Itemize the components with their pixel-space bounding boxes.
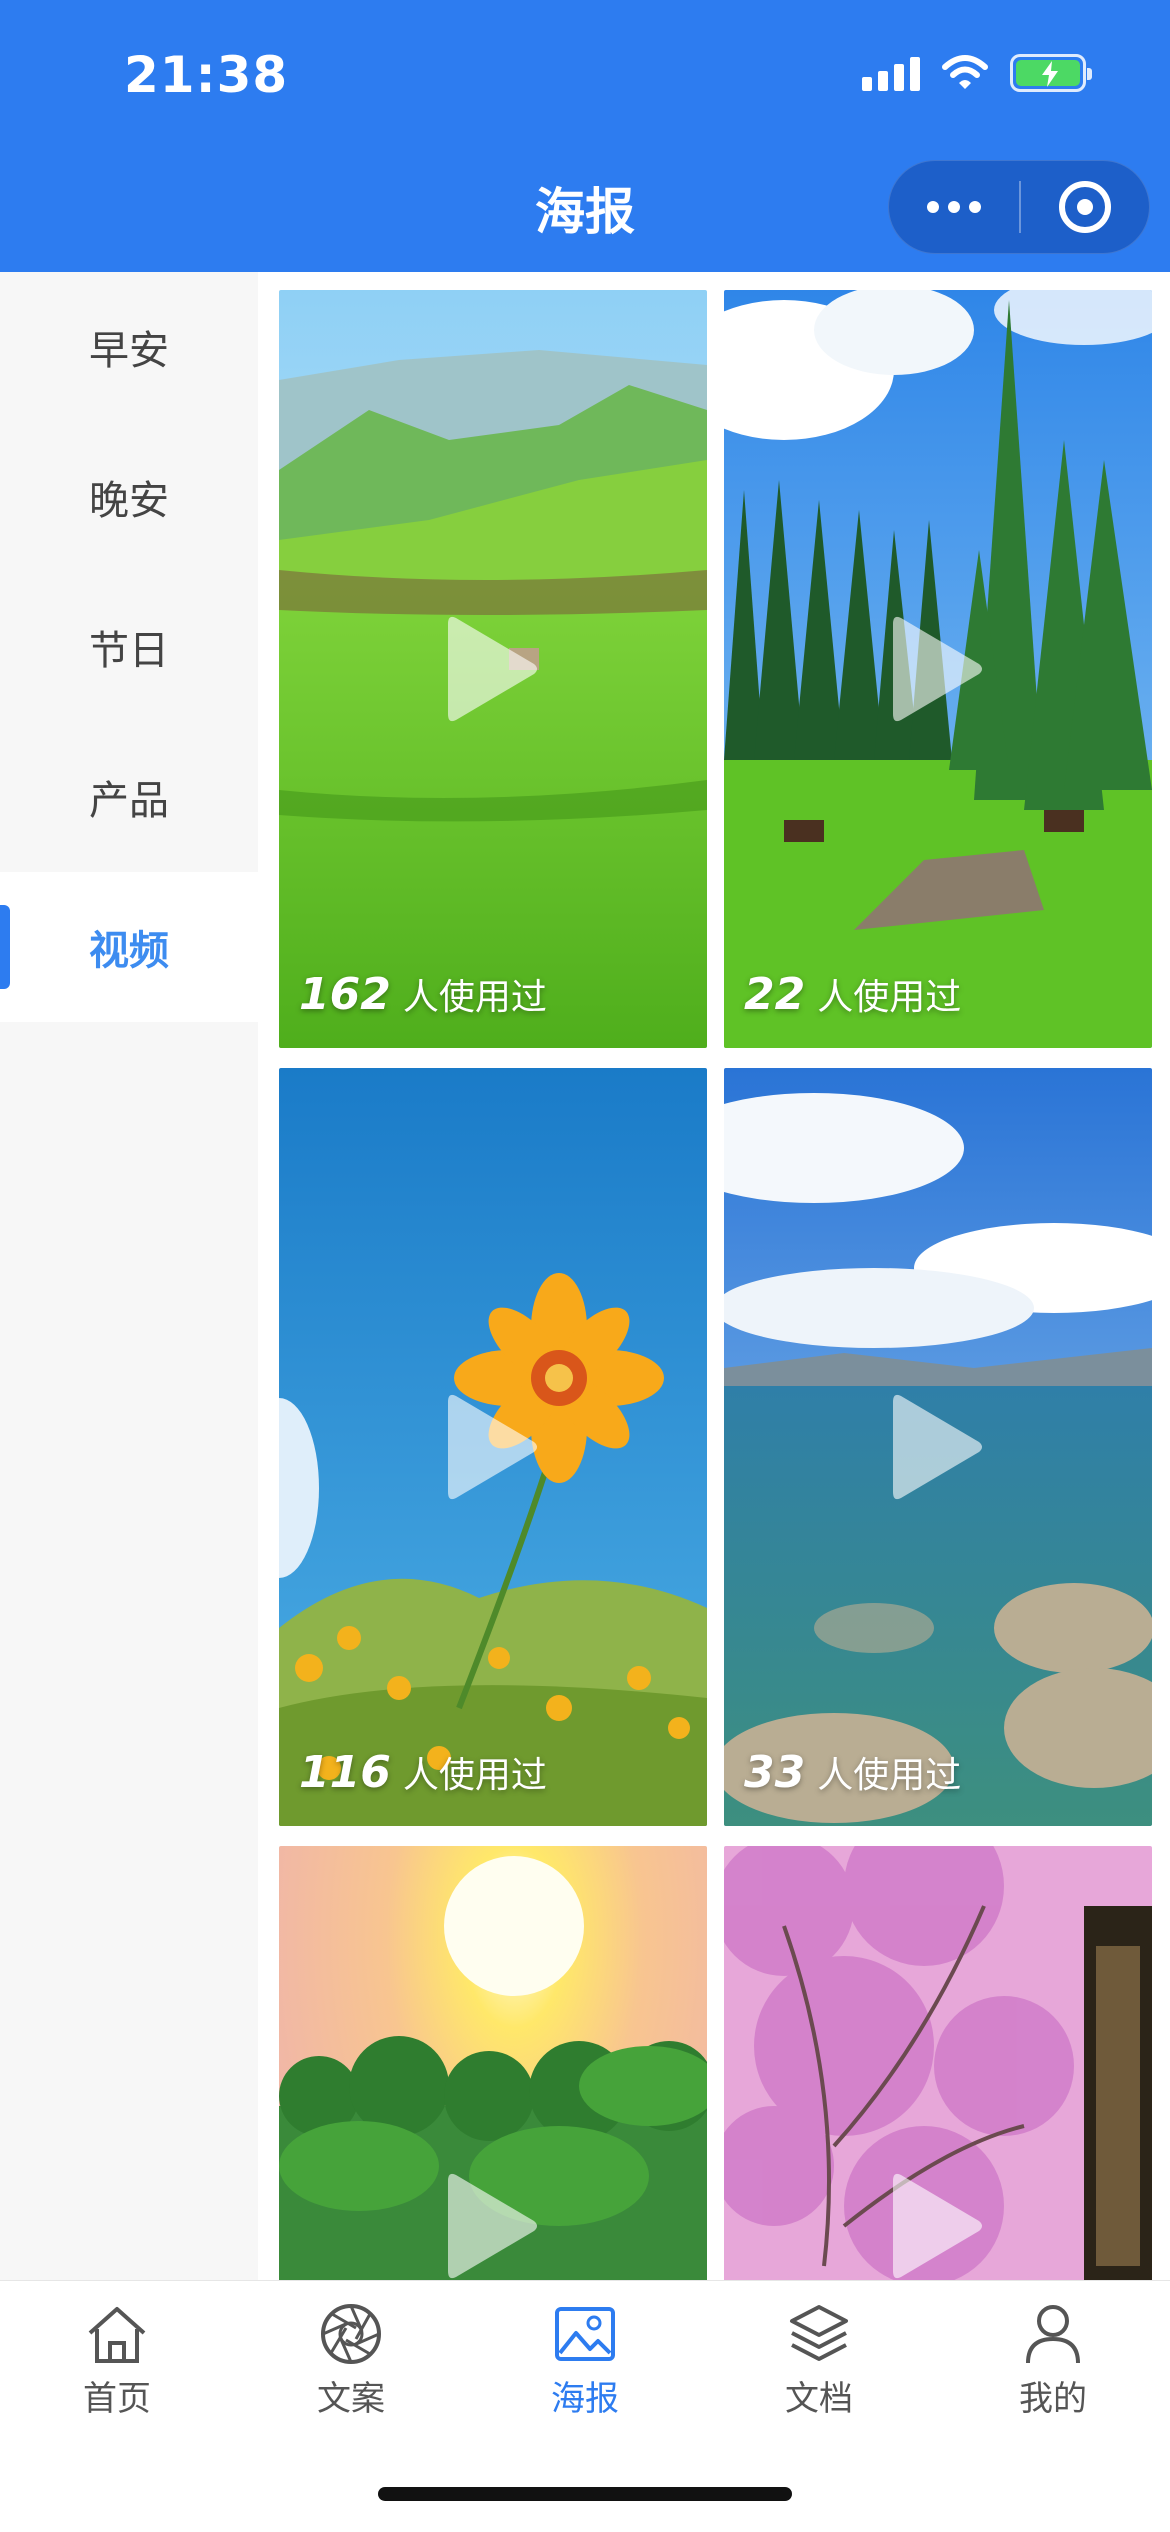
usage-count: 162 人使用过 [299, 969, 547, 1020]
battery-icon [1010, 54, 1092, 92]
play-icon [448, 1394, 537, 1500]
home-icon [88, 2307, 146, 2363]
sidebar-item-video[interactable]: 视频 [0, 872, 258, 1022]
video-card[interactable]: 22 人使用过 [724, 290, 1152, 1048]
video-card[interactable]: 33 人使用过 [724, 1068, 1152, 1826]
aperture-icon [321, 2304, 381, 2364]
video-grid: 162 人使用过 22 人使用过 116 人使用过 33 人使用过 [258, 272, 1170, 2280]
play-icon [448, 2173, 537, 2279]
signal-icon [862, 55, 920, 91]
mini-program-capsule [888, 160, 1150, 254]
home-indicator [378, 2487, 792, 2501]
tab-poster[interactable]: 海报 [468, 2301, 702, 2421]
user-icon [1026, 2305, 1080, 2364]
sidebar-item-night[interactable]: 晚安 [0, 422, 258, 572]
sidebar-item-product[interactable]: 产品 [0, 722, 258, 872]
sidebar-item-label: 视频 [89, 928, 169, 974]
tab-label: 首页 [83, 2379, 151, 2419]
category-sidebar: 早安 晚安 节日 产品 视频 [0, 272, 258, 2280]
usage-count: 116 人使用过 [299, 1747, 547, 1798]
play-icon [893, 616, 982, 722]
sidebar-item-morning[interactable]: 早安 [0, 272, 258, 422]
status-time: 21:38 [124, 46, 289, 104]
tab-copywriting[interactable]: 文案 [234, 2301, 468, 2421]
target-icon [1059, 181, 1111, 233]
layers-icon [790, 2305, 848, 2361]
tab-label: 我的 [1019, 2379, 1087, 2419]
sidebar-item-label: 产品 [89, 778, 169, 824]
play-icon [893, 1394, 982, 1500]
header: 21:38 海报 [0, 0, 1170, 272]
image-icon [555, 2307, 615, 2361]
tab-documents[interactable]: 文档 [702, 2301, 936, 2421]
usage-count: 33 人使用过 [744, 1747, 962, 1798]
sidebar-item-label: 晚安 [89, 478, 169, 524]
sidebar-item-festival[interactable]: 节日 [0, 572, 258, 722]
sidebar-item-label: 早安 [89, 328, 169, 374]
play-icon [448, 616, 537, 722]
tab-label: 文档 [785, 2379, 853, 2419]
sidebar-item-label: 节日 [89, 628, 169, 674]
tab-label: 海报 [551, 2379, 619, 2419]
close-mini-program-button[interactable] [1021, 161, 1149, 253]
video-card[interactable] [279, 1846, 707, 2280]
tab-profile[interactable]: 我的 [936, 2301, 1170, 2421]
more-dots-icon [927, 201, 939, 213]
video-card[interactable]: 162 人使用过 [279, 290, 707, 1048]
tab-label: 文案 [317, 2379, 385, 2419]
usage-count: 22 人使用过 [744, 969, 962, 1020]
more-button[interactable] [889, 161, 1019, 253]
play-icon [893, 2173, 982, 2279]
wifi-icon [942, 55, 988, 89]
video-card[interactable] [724, 1846, 1152, 2280]
video-card[interactable]: 116 人使用过 [279, 1068, 707, 1826]
tab-home[interactable]: 首页 [0, 2301, 234, 2421]
status-icons [862, 54, 1092, 92]
